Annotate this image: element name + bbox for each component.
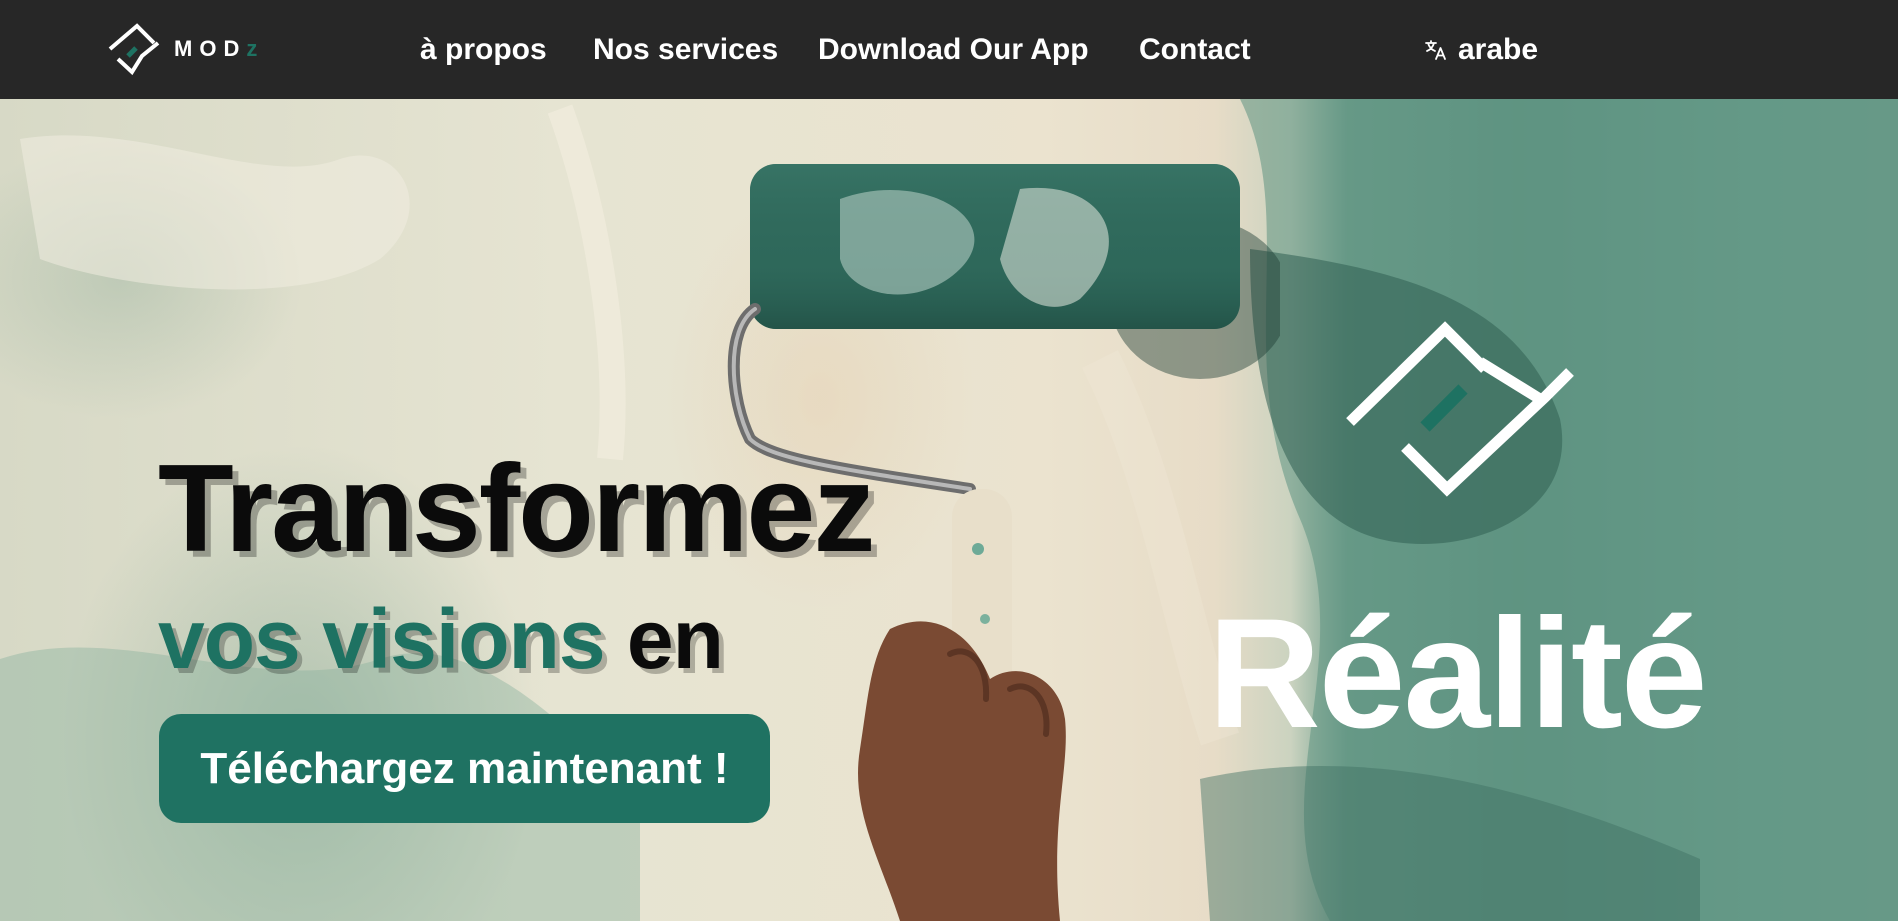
nav-link-contact[interactable]: Contact (1139, 30, 1251, 70)
nav-link-nos-services[interactable]: Nos services (593, 30, 778, 70)
top-navbar: MOD z à propos Nos services Download Our… (0, 0, 1898, 99)
nav-link-download-app[interactable]: Download Our App (818, 30, 1089, 70)
language-label: arabe (1458, 33, 1539, 66)
brand-name: MOD z (174, 36, 257, 62)
modz-logo-icon (1346, 321, 1574, 497)
nav-link-a-propos[interactable]: à propos (420, 30, 547, 70)
hero-headline-line2: vos visions en (158, 589, 778, 689)
brand[interactable]: MOD z (104, 22, 257, 76)
translate-icon (1425, 40, 1446, 60)
hero-word-realite: Réalité (1208, 587, 1708, 761)
brand-name-accent: z (246, 36, 258, 61)
hero-headline-rest: en (626, 592, 724, 686)
brand-name-main: MOD (174, 36, 247, 61)
hero-headline-accent: vos visions (158, 592, 606, 686)
language-switcher[interactable]: arabe (1424, 30, 1538, 70)
modz-logo-icon (108, 23, 160, 76)
download-now-button[interactable]: Téléchargez maintenant ! (159, 714, 770, 823)
hero-section: Transformez vos visions en Téléchargez m… (0, 99, 1898, 921)
hero-headline-line1: Transformez (158, 440, 875, 578)
